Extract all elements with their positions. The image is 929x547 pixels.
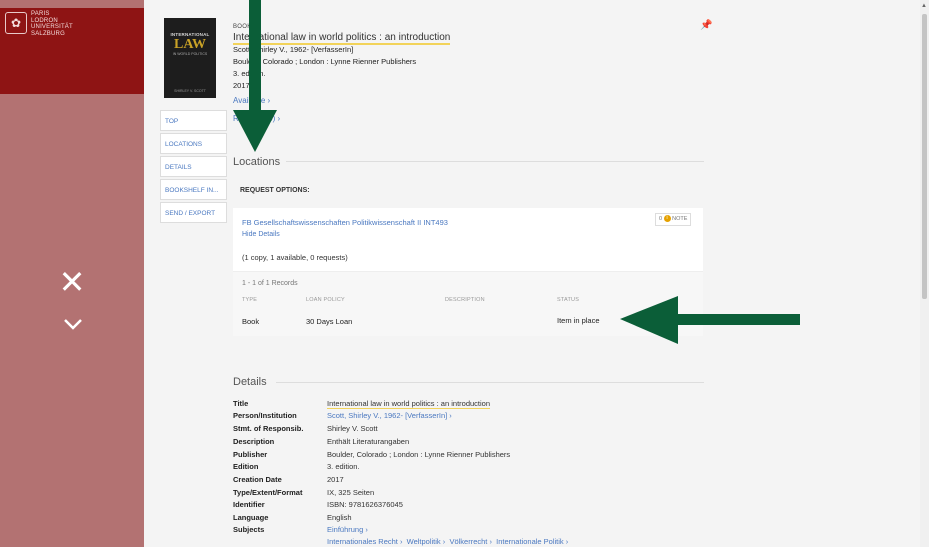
details-heading: Details [233,376,267,388]
detail-label: Identifier [233,500,265,509]
detail-value: English [327,513,352,522]
locations-heading: Locations [233,156,281,168]
chevron-down-icon[interactable] [62,313,84,335]
detail-label: Person/Institution [233,411,297,420]
book-cover-image[interactable]: INTERNATIONAL LAW IN WORLD POLITICS SHIR… [164,18,216,98]
hide-details-link[interactable]: Hide Details [242,231,280,238]
pin-icon[interactable]: 📌 [700,20,712,31]
subject-link[interactable]: Internationales Recht [327,537,398,546]
divider [276,382,704,383]
detail-value: Shirley V. Scott [327,424,378,433]
cell-status: Item in place [557,316,600,325]
records-count: 1 - 1 of 1 Records [242,280,298,287]
detail-label: Edition [233,462,259,471]
detail-value: ISBN: 9781626376045 [327,500,403,509]
subject-links-row: Internationales Recht › Weltpolitik › Vö… [327,537,569,546]
detail-value: Enthält Literaturangaben [327,437,410,446]
university-logo[interactable]: ✿ PARIS LODRON UNIVERSITÄT SALZBURG [0,8,144,94]
section-nav: TOP LOCATIONS DETAILS BOOKSHELF IN... SE… [160,110,227,225]
detail-label: Type/Extent/Format [233,488,303,497]
record-year: 2017 [233,81,250,90]
scrollbar[interactable]: ▲ [920,0,929,547]
request-options-label: REQUEST OPTIONS: [240,187,310,194]
cover-author: SHIRLEY V. SCOTT [174,89,206,93]
detail-value-person-link[interactable]: Scott, Shirley V., 1962- [VerfasserIn] › [327,411,452,420]
copy-summary: (1 copy, 1 available, 0 requests) [242,253,348,262]
detail-label: Title [233,399,249,408]
nav-locations[interactable]: LOCATIONS [160,133,227,154]
detail-label: Language [233,513,269,522]
holdings-table: 1 - 1 of 1 Records TYPE LOAN POLICY DESC… [233,271,703,336]
detail-value: 3. edition. [327,462,360,471]
nav-bookshelf[interactable]: BOOKSHELF IN... [160,179,227,200]
format-label: BOOK [233,24,252,30]
detail-label: Publisher [233,450,268,459]
overlay-panel: ✿ PARIS LODRON UNIVERSITÄT SALZBURG ✕ [0,0,144,547]
library-location-link[interactable]: FB Gesellschaftswissenschaften Politikwi… [242,218,448,227]
cover-law: LAW [174,37,206,52]
record-publisher: Boulder, Colorado ; London : Lynne Rienn… [233,57,417,66]
subject-link[interactable]: Einführung › [327,525,368,534]
record-author: Scott, Shirley V., 1962- [VerfasserIn] [233,45,354,54]
nav-send-export[interactable]: SEND / EXPORT [160,202,227,223]
info-icon: i [663,215,671,223]
note-badge[interactable]: 0 i NOTE [655,213,692,226]
detail-value: IX, 325 Seiten [327,488,375,497]
close-icon[interactable]: ✕ [56,266,88,298]
cell-loan-policy: 30 Days Loan [306,317,353,326]
record-title[interactable]: International law in world politics : an… [233,32,451,45]
nav-details[interactable]: DETAILS [160,156,227,177]
column-header-loan-policy: LOAN POLICY [306,297,345,303]
nav-top[interactable]: TOP [160,110,227,131]
subject-link[interactable]: Internationale Politik [496,537,564,546]
detail-value-title[interactable]: International law in world politics : an… [327,399,491,409]
logo-text: PARIS LODRON UNIVERSITÄT SALZBURG [31,11,73,37]
holding-card: FB Gesellschaftswissenschaften Politikwi… [233,208,703,336]
university-seal-icon: ✿ [5,12,27,34]
scroll-thumb[interactable] [922,14,927,299]
availability-link[interactable]: Available › [233,96,270,105]
record-edition: 3. edition. [233,69,266,78]
detail-label: Subjects [233,525,265,534]
divider [286,161,704,162]
detail-value: 2017 [327,475,344,484]
subject-link[interactable]: Völkerrecht [449,537,487,546]
column-header-type: TYPE [242,297,258,303]
detail-label: Creation Date [233,475,282,484]
cover-subtitle: IN WORLD POLITICS [172,52,208,56]
detail-label: Stmt. of Responsib. [233,424,304,433]
scroll-up-icon[interactable]: ▲ [921,3,927,9]
cell-type: Book [242,317,260,326]
detail-label: Description [233,437,275,446]
column-header-status: STATUS [557,297,580,303]
column-header-description: DESCRIPTION [445,297,485,303]
detail-value: Boulder, Colorado ; London : Lynne Rienn… [327,450,511,459]
reviews-link[interactable]: Reviews (5) › [233,114,280,123]
subject-link[interactable]: Weltpolitik [407,537,441,546]
